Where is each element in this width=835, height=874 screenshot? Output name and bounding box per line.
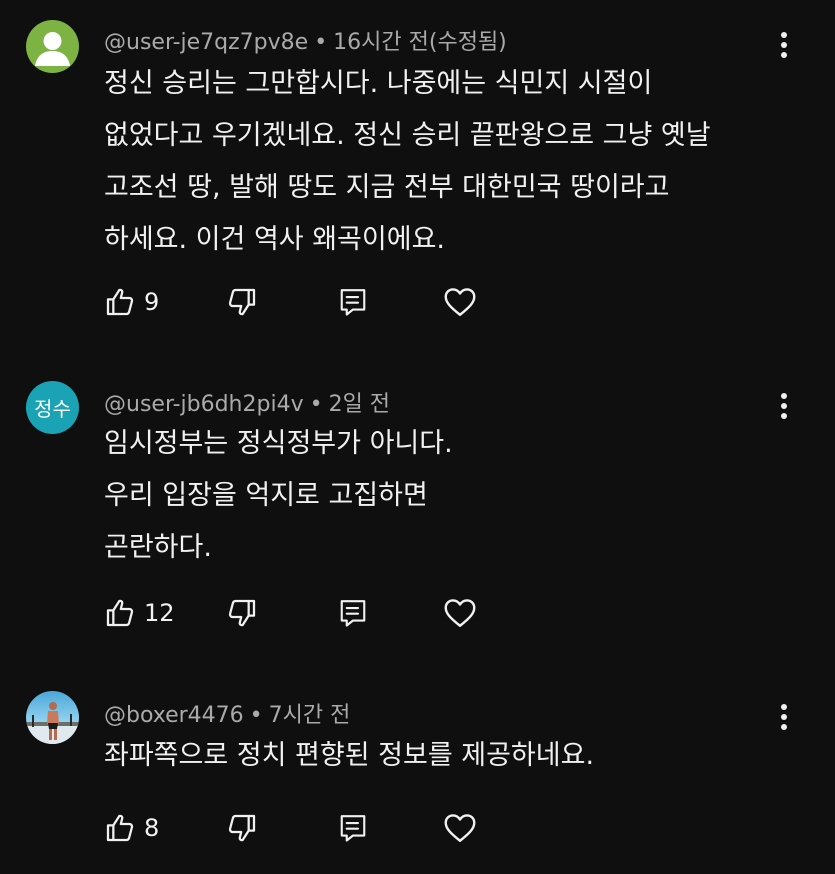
avatar[interactable]	[26, 691, 79, 744]
like-count: 9	[144, 288, 160, 316]
separator-dot: •	[314, 30, 328, 55]
thumbs-up-icon	[106, 288, 134, 316]
thumbs-up-icon	[106, 599, 134, 627]
avatar-initials: 정수	[34, 397, 71, 421]
photo-avatar	[26, 702, 79, 744]
dislike-button[interactable]	[226, 808, 258, 848]
thumbs-down-icon	[228, 814, 256, 842]
comment-line: 정신 승리는 그만합시다. 나중에는 식민지 시절이	[104, 68, 653, 99]
comment-line: 고조선 땅, 발해 땅도 지금 전부 대한민국 땅이라고	[104, 172, 670, 203]
dislike-button[interactable]	[226, 593, 258, 633]
comment-actions: 9	[104, 282, 524, 322]
author-name[interactable]: @boxer4476	[104, 703, 244, 728]
reply-button[interactable]	[338, 282, 368, 322]
comment-line: 임시정부는 정식정부가 아니다.	[104, 428, 453, 459]
comment-actions: 12	[104, 593, 524, 633]
comment-header: @boxer4476 • 7시간 전	[104, 697, 350, 729]
default-person-icon	[35, 32, 70, 66]
reply-button[interactable]	[338, 808, 368, 848]
reply-icon	[340, 600, 366, 627]
thumbs-down-icon	[228, 288, 256, 316]
like-count: 12	[144, 599, 175, 627]
comment-line: 없었다고 우기겠네요. 정신 승리 끝판왕으로 그냥 옛날	[104, 120, 711, 151]
comment-text: 임시정부는 정식정부가 아니다. 우리 입장을 억지로 고집하면 곤란하다.	[104, 418, 764, 574]
comment-time: 16시간 전(수정됨)	[333, 30, 507, 55]
heart-button[interactable]	[442, 593, 478, 633]
heart-button[interactable]	[442, 808, 478, 848]
avatar[interactable]: 정수	[26, 381, 79, 434]
thumbs-down-icon	[228, 599, 256, 627]
comment-time: 7시간 전	[268, 703, 351, 728]
comment-time: 2일 전	[328, 392, 391, 417]
reply-button[interactable]	[338, 593, 368, 633]
more-vert-icon	[781, 704, 787, 730]
comment-line: 하세요. 이건 역사 왜곡이에요.	[104, 224, 445, 255]
avatar[interactable]	[26, 20, 79, 73]
comment-header: @user-jb6dh2pi4v • 2일 전	[104, 386, 390, 418]
comment-menu-button[interactable]	[770, 388, 798, 424]
comment-line: 좌파쪽으로 정치 편향된 정보를 제공하네요.	[104, 740, 595, 771]
more-vert-icon	[781, 32, 787, 58]
comment-menu-button[interactable]	[770, 27, 798, 63]
like-button[interactable]: 9	[104, 282, 159, 322]
more-vert-icon	[781, 393, 787, 419]
reply-icon	[340, 289, 366, 316]
comment-actions: 8	[104, 808, 524, 848]
heart-icon	[444, 599, 476, 627]
like-button[interactable]: 8	[104, 808, 159, 848]
thumbs-up-icon	[106, 814, 134, 842]
heart-button[interactable]	[442, 282, 478, 322]
heart-icon	[444, 814, 476, 842]
author-name[interactable]: @user-jb6dh2pi4v	[104, 392, 304, 417]
separator-dot: •	[249, 703, 263, 728]
comment-menu-button[interactable]	[770, 699, 798, 735]
author-name[interactable]: @user-je7qz7pv8e	[104, 30, 308, 55]
comment-line: 우리 입장을 억지로 고집하면	[104, 480, 428, 511]
comment-line: 곤란하다.	[104, 532, 212, 563]
comment-text: 좌파쪽으로 정치 편향된 정보를 제공하네요.	[104, 730, 764, 782]
like-count: 8	[144, 814, 160, 842]
reply-icon	[340, 815, 366, 842]
comment-text: 정신 승리는 그만합시다. 나중에는 식민지 시절이 없었다고 우기겠네요. 정…	[104, 58, 764, 266]
like-button[interactable]: 12	[104, 593, 175, 633]
dislike-button[interactable]	[226, 282, 258, 322]
separator-dot: •	[309, 392, 323, 417]
comment-header: @user-je7qz7pv8e • 16시간 전(수정됨)	[104, 24, 507, 56]
heart-icon	[444, 288, 476, 316]
